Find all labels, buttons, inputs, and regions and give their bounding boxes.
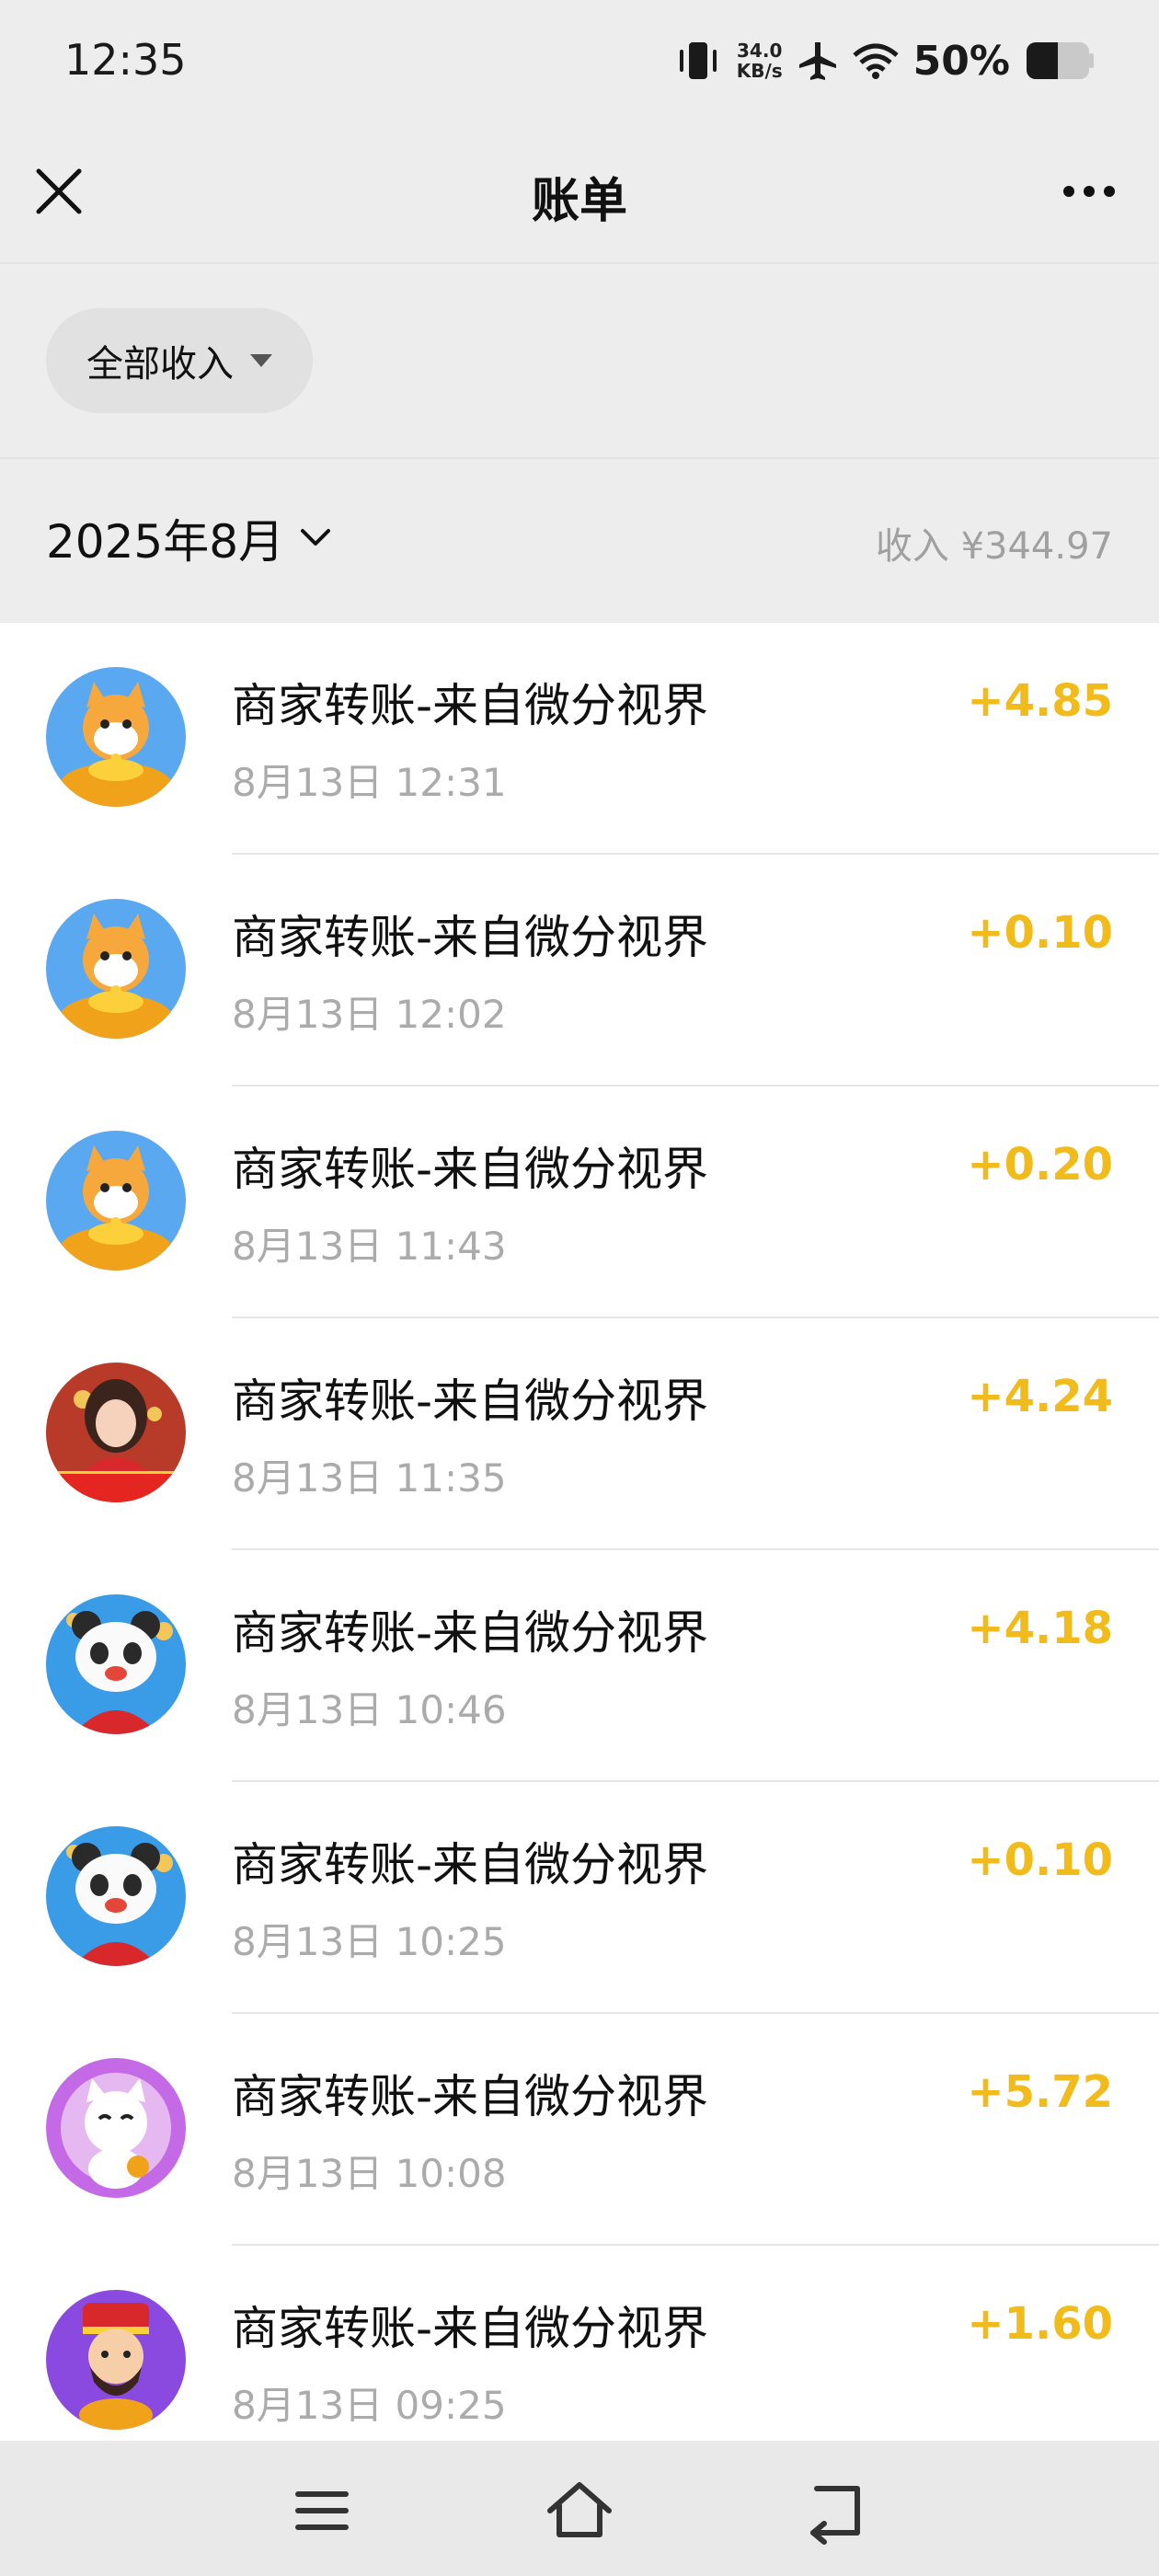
lucky-cat-avatar [46,899,186,1039]
transaction-row[interactable]: 商家转账-来自微分视界 8月13日 10:08 +5.72 [0,2014,1159,2246]
more-icon [1063,186,1115,197]
transaction-amount: +5.72 [967,2066,1113,2118]
transaction-row[interactable]: 商家转账-来自微分视界 8月13日 12:31 +4.85 [0,623,1159,855]
transaction-time: 8月13日 10:25 [232,1919,507,1964]
system-nav-bar [0,2441,1159,2576]
caret-down-icon [250,354,272,367]
filter-area: 全部收入 [0,264,1159,459]
fortune-god-avatar [46,2290,186,2430]
chevron-down-icon [301,529,331,546]
panda-avatar [46,1594,186,1734]
vibrate-icon [679,42,717,79]
transaction-amount: +0.10 [967,907,1113,959]
transaction-amount: +4.85 [967,675,1113,727]
status-icons: 34.0 KB/s 50% [674,35,1095,86]
transaction-amount: +0.10 [967,1834,1113,1886]
transaction-time: 8月13日 10:08 [232,2151,507,2196]
transaction-time: 8月13日 11:43 [232,1224,507,1269]
transaction-time: 8月13日 09:25 [232,2383,507,2428]
transaction-amount: +4.18 [967,1603,1113,1654]
month-header: 2025年8月 收入 ¥344.97 [0,459,1159,621]
income-filter-dropdown[interactable]: 全部收入 [46,308,313,413]
menu-icon [295,2491,349,2530]
transaction-title: 商家转账-来自微分视界 [232,1606,709,1660]
transaction-amount: +1.60 [967,2298,1113,2350]
white-cat-avatar [46,2058,186,2198]
battery-percent: 50% [912,37,1010,85]
transaction-row[interactable]: 商家转账-来自微分视界 8月13日 10:46 +4.18 [0,1550,1159,1782]
transaction-row[interactable]: 商家转账-来自微分视界 8月13日 11:43 +0.20 [0,1087,1159,1318]
transaction-title: 商家转账-来自微分视界 [232,2070,709,2123]
transaction-title: 商家转账-来自微分视界 [232,679,709,732]
transaction-time: 8月13日 12:31 [232,760,507,805]
network-speed: 34.0 KB/s [736,40,783,82]
transaction-title: 商家转账-来自微分视界 [232,2302,709,2355]
month-selector[interactable]: 2025年8月 [46,505,332,571]
transaction-title: 商家转账-来自微分视界 [232,1374,709,1428]
menu-button[interactable] [285,2474,359,2547]
back-button[interactable] [800,2474,874,2547]
transaction-time: 8月13日 10:46 [232,1687,507,1732]
airplane-icon [798,42,836,80]
transaction-time: 8月13日 12:02 [232,992,507,1037]
transaction-amount: +4.24 [967,1371,1113,1422]
status-bar: 12:35 34.0 KB/s 50% [0,0,1159,129]
transaction-time: 8月13日 11:35 [232,1455,507,1501]
transaction-title: 商家转账-来自微分视界 [232,1838,709,1892]
month-label: 2025年8月 [46,515,285,569]
panda-avatar [46,1826,186,1966]
transaction-title: 商家转账-来自微分视界 [232,1143,709,1196]
back-icon [810,2486,860,2545]
transaction-amount: +0.20 [967,1139,1113,1190]
lucky-cat-avatar [46,667,186,807]
transaction-title: 商家转账-来自微分视界 [232,911,709,964]
monthly-income-summary: 收入 ¥344.97 [875,525,1113,568]
home-button[interactable] [543,2474,616,2547]
status-time: 12:35 [64,35,187,85]
transaction-list: 商家转账-来自微分视界 8月13日 12:31 +4.85 商家转账-来自微分视… [0,623,1159,2441]
wifi-icon [853,43,899,79]
transaction-row[interactable]: 商家转账-来自微分视界 8月13日 11:35 +4.24 [0,1318,1159,1550]
filter-label: 全部收入 [86,343,234,385]
transaction-row[interactable]: 商家转账-来自微分视界 8月13日 10:25 +0.10 [0,1782,1159,2014]
transaction-row[interactable]: 商家转账-来自微分视界 8月13日 12:02 +0.10 [0,855,1159,1087]
transaction-row[interactable]: 商家转账-来自微分视界 8月13日 09:25 +1.60 [0,2246,1159,2441]
lucky-cat-avatar [46,1131,186,1271]
page-title: 账单 [531,174,627,229]
more-button[interactable] [1060,173,1119,210]
nav-bar: 账单 [0,129,1159,264]
woman-avatar [46,1363,186,1502]
battery-icon [1027,42,1094,79]
home-icon [547,2482,612,2537]
